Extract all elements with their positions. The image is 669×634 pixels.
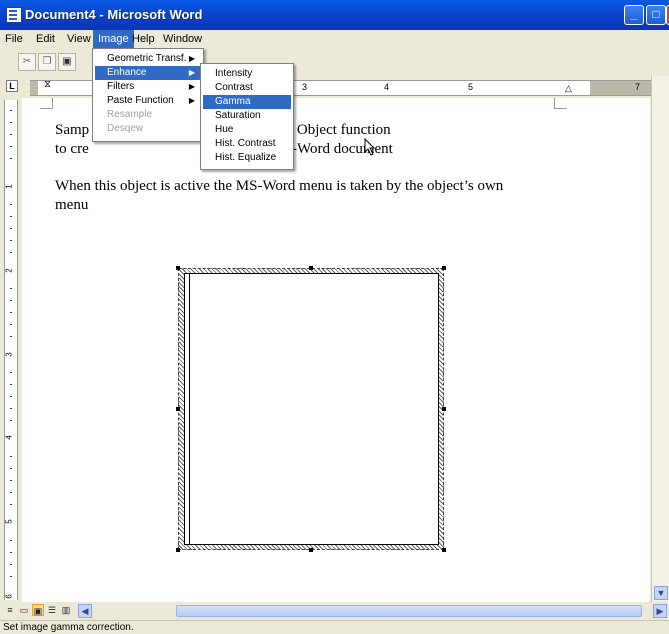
submenu-arrow-icon: ▶ [188, 96, 195, 105]
resize-handle[interactable] [176, 548, 180, 552]
menu-item-paste-function[interactable]: Paste Function ▶ [95, 94, 201, 108]
print-layout-view-icon[interactable]: ▣ [32, 604, 44, 616]
ruler-number: 5 [468, 82, 474, 92]
menu-item-hue[interactable]: Hue [203, 123, 291, 137]
indent-marker-icon[interactable]: ⧖ [44, 79, 51, 90]
menu-item-hist-contrast[interactable]: Hist. Contrast [203, 137, 291, 151]
paste-icon[interactable]: ▣ [58, 53, 76, 71]
margin-corner-mark [40, 98, 53, 109]
status-bar: Set image gamma correction. [0, 620, 669, 634]
doc-text-line1-left: Samp [55, 122, 90, 138]
horizontal-scroll-thumb[interactable] [176, 605, 642, 617]
document-page[interactable]: Samp t Object function to cre -Word docu… [22, 98, 650, 604]
cut-icon[interactable]: ✂ [18, 53, 36, 71]
scroll-down-icon[interactable]: ▼ [654, 586, 668, 600]
tab-selector[interactable]: L [6, 80, 18, 92]
horizontal-scroll-row: ≡ ▭ ▣ ☰ ▥ ◀ ▶ [0, 602, 669, 620]
doc-text-line2-left: to cre [55, 141, 89, 157]
menu-item-intensity[interactable]: Intensity [203, 67, 291, 81]
menu-item-desqew[interactable]: Desqew [95, 122, 201, 136]
resize-handle[interactable] [176, 266, 180, 270]
vertical-ruler[interactable]: 1 2 3 4 5 6 [4, 100, 18, 600]
scroll-right-icon[interactable]: ▶ [653, 604, 667, 618]
resize-handle[interactable] [309, 548, 313, 552]
minimize-button[interactable]: _ [624, 5, 644, 25]
doc-text-line1-right: t Object function [289, 122, 391, 138]
submenu-arrow-icon: ▶ [188, 68, 195, 77]
image-menu-dropdown: Geometric Transf. ▶ Enhance ▶ Filters ▶ Pas… [92, 48, 204, 142]
menu-item-resample[interactable]: Resample [95, 108, 201, 122]
menu-item-filters[interactable]: Filters ▶ [95, 80, 201, 94]
resize-handle[interactable] [309, 266, 313, 270]
reading-layout-view-icon[interactable]: ▥ [60, 604, 72, 616]
ruler-number: 6 [4, 594, 14, 599]
word-document-icon[interactable] [6, 7, 22, 23]
menu-item-geometric-transf[interactable]: Geometric Transf. ▶ [95, 52, 201, 66]
ruler-number: 5 [4, 519, 14, 524]
doc-text-line3: When this object is active the MS-Word m… [55, 178, 504, 194]
submenu-arrow-icon: ▶ [188, 82, 195, 91]
image-canvas[interactable] [184, 273, 439, 545]
menu-view[interactable]: View [62, 30, 96, 48]
window-title: Document4 - Microsoft Word [25, 7, 203, 22]
web-layout-view-icon[interactable]: ▭ [18, 604, 30, 616]
menu-item-contrast[interactable]: Contrast [203, 81, 291, 95]
menu-help[interactable]: Help [127, 30, 160, 48]
enhance-submenu: Intensity Contrast Gamma Saturation Hue … [200, 63, 294, 170]
menu-edit[interactable]: Edit [31, 30, 60, 48]
submenu-arrow-icon: ▶ [188, 54, 195, 63]
ruler-number: 1 [4, 184, 14, 189]
outline-view-icon[interactable]: ☰ [46, 604, 58, 616]
copy-icon[interactable]: ❐ [38, 53, 56, 71]
margin-corner-mark [554, 98, 567, 109]
ruler-number: 2 [4, 268, 14, 273]
maximize-button[interactable]: □ [646, 5, 666, 25]
ruler-number: 3 [302, 82, 308, 92]
ruler-number: 3 [4, 352, 14, 357]
scroll-left-icon[interactable]: ◀ [78, 604, 92, 618]
embedded-image-object[interactable] [178, 268, 444, 550]
vertical-scrollbar[interactable]: ▼ [651, 76, 669, 604]
menu-item-enhance[interactable]: Enhance ▶ [95, 66, 201, 80]
right-indent-marker-icon[interactable]: △ [565, 83, 572, 94]
ruler-number: 4 [384, 82, 390, 92]
status-text: Set image gamma correction. [3, 622, 134, 633]
menu-bar: File Edit View Image Help Window [0, 30, 669, 48]
menu-item-hist-equalize[interactable]: Hist. Equalize [203, 151, 291, 165]
normal-view-icon[interactable]: ≡ [4, 604, 16, 616]
resize-handle[interactable] [442, 266, 446, 270]
mouse-cursor-icon [364, 138, 376, 156]
title-bar: Document4 - Microsoft Word _ □ [0, 0, 669, 30]
resize-handle[interactable] [176, 407, 180, 411]
menu-item-gamma[interactable]: Gamma [203, 95, 291, 109]
menu-window[interactable]: Window [158, 30, 207, 48]
doc-text-line4: menu [55, 197, 89, 213]
resize-handle[interactable] [442, 548, 446, 552]
resize-handle[interactable] [442, 407, 446, 411]
doc-text-line2-right: -Word document [292, 141, 393, 157]
ruler-number: 4 [4, 435, 14, 440]
menu-item-saturation[interactable]: Saturation [203, 109, 291, 123]
menu-file[interactable]: File [0, 30, 28, 48]
ruler-number: 7 [635, 82, 641, 92]
